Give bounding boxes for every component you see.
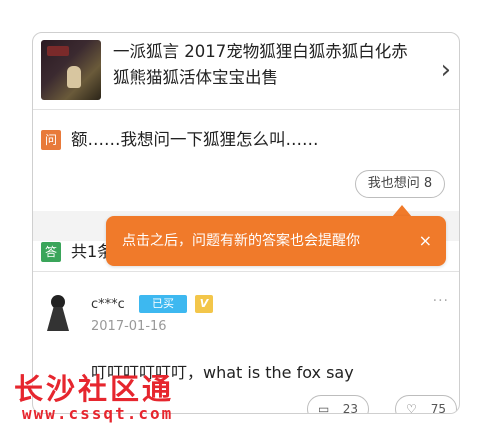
chevron-right-icon[interactable]: › — [441, 55, 451, 85]
avatar[interactable] — [43, 295, 73, 333]
divider — [33, 271, 459, 272]
product-header[interactable]: 一派狐言 2017宠物狐狸白狐赤狐白化赤狐熊猫狐活体宝宝出售 › — [33, 33, 459, 109]
bought-badge: 已买 — [139, 295, 187, 313]
like-count: 75 — [430, 402, 446, 414]
tooltip-text: 点击之后，问题有新的答案也会提醒你 — [122, 233, 360, 249]
comment-icon: ▭ — [318, 402, 330, 414]
reminder-tooltip[interactable]: 点击之后，问题有新的答案也会提醒你 × — [106, 216, 446, 266]
me-too-ask-button[interactable]: 我也想问 8 — [355, 170, 445, 198]
close-icon[interactable]: × — [419, 216, 432, 266]
like-button[interactable]: ♡ 75 — [395, 395, 457, 414]
question-row: 问 额……我想问一下狐狸怎么叫…… — [41, 127, 441, 153]
vip-badge: V — [195, 295, 213, 313]
answer-username[interactable]: c***c — [91, 297, 125, 312]
question-text: 额……我想问一下狐狸怎么叫…… — [71, 130, 319, 149]
answer-date: 2017-01-16 — [91, 319, 167, 334]
question-badge: 问 — [41, 130, 61, 150]
thumbnail-decoration — [47, 46, 69, 56]
like-icon: ♡ — [406, 402, 417, 414]
watermark-url: www.cssqt.com — [22, 404, 174, 423]
watermark-title: 长沙社区通 — [14, 372, 175, 406]
answer-badge: 答 — [41, 242, 61, 262]
comment-count: 23 — [342, 402, 358, 414]
product-thumbnail[interactable] — [41, 40, 101, 100]
avatar-head — [51, 295, 65, 309]
more-options-icon[interactable]: ··· — [433, 293, 449, 309]
product-title[interactable]: 一派狐言 2017宠物狐狸白狐赤狐白化赤狐熊猫狐活体宝宝出售 — [113, 39, 413, 91]
thumbnail-fox — [67, 66, 81, 88]
divider — [33, 109, 459, 110]
comment-button[interactable]: ▭ 23 — [307, 395, 369, 414]
avatar-body — [47, 307, 69, 331]
